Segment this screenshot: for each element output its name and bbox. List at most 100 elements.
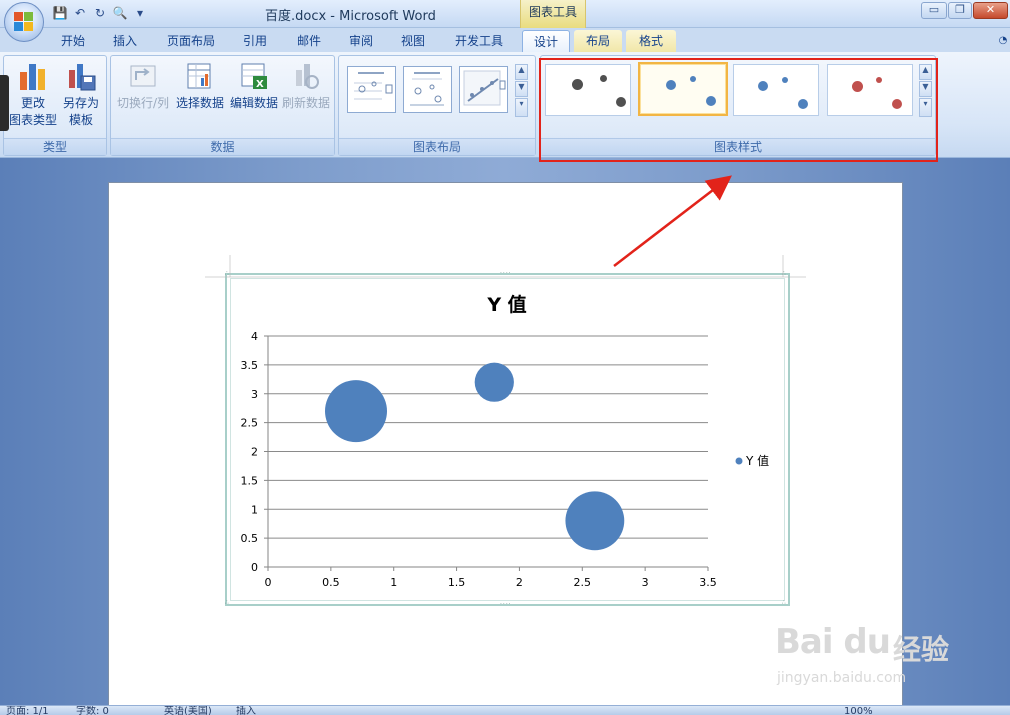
edit-data-button[interactable]: X 编辑数据 xyxy=(227,60,281,112)
help-icon[interactable]: ◔ xyxy=(996,30,1010,52)
group-data-label: 数据 xyxy=(111,138,334,155)
layout-scroll-up[interactable]: ▲ xyxy=(515,64,528,80)
chart-tools-context-title: 图表工具 xyxy=(520,0,586,28)
y-tick-label: 0.5 xyxy=(241,532,259,545)
status-language[interactable]: 英语(美国) xyxy=(164,706,212,715)
status-zoom[interactable]: 100% xyxy=(844,706,873,715)
tab-references[interactable]: 引用 xyxy=(234,30,276,52)
tab-developer[interactable]: 开发工具 xyxy=(446,30,512,52)
x-tick-label: 0.5 xyxy=(322,576,340,589)
watermark-logo: Bai du xyxy=(775,622,891,662)
change-chart-type-icon xyxy=(17,60,49,92)
bubble[interactable] xyxy=(474,362,514,402)
refresh-data-icon xyxy=(290,60,322,92)
legend-marker xyxy=(735,457,743,465)
bubble-chart[interactable]: Y 值 0 0.5 1 1.5 2 2.5 3 3.5 4 0 0.5 1 1.5 2 2.5 3 3.5 Y 值 xyxy=(227,275,788,604)
change-chart-type-label: 更改 xyxy=(20,96,45,110)
resize-handle-top[interactable]: ···· xyxy=(500,271,511,277)
highlight-annotation-box xyxy=(539,58,938,162)
resize-handle-bottom[interactable]: ···· xyxy=(500,602,511,608)
y-tick-label: 2.5 xyxy=(241,417,259,430)
change-chart-type-button[interactable]: 更改 图表类型 xyxy=(8,60,58,129)
tab-design[interactable]: 设计 xyxy=(522,30,570,52)
chart-layout-1[interactable] xyxy=(347,66,396,113)
y-tick-label: 2 xyxy=(251,446,258,459)
tab-home[interactable]: 开始 xyxy=(52,30,94,52)
side-panel-handle[interactable] xyxy=(0,75,9,131)
group-data: 切换行/列 选择数据 X 编辑数据 刷新数据 数据 xyxy=(110,55,335,156)
layout-more[interactable]: ▾ xyxy=(515,98,528,117)
y-tick-label: 1 xyxy=(251,503,258,516)
watermark-url: jingyan.baidu.com xyxy=(777,670,907,686)
switch-row-column-icon xyxy=(127,60,159,92)
y-tick-label: 3 xyxy=(251,388,258,401)
switch-row-column-button[interactable]: 切换行/列 xyxy=(115,60,171,112)
x-tick-label: 2 xyxy=(516,576,523,589)
tab-format[interactable]: 格式 xyxy=(626,30,676,52)
resize-handle-bottom-right[interactable]: ∴ xyxy=(782,600,788,606)
save-as-template-label: 另存为 xyxy=(62,96,99,110)
print-preview-icon[interactable]: 🔍 xyxy=(112,5,128,21)
x-tick-label: 3 xyxy=(642,576,649,589)
y-tick-label: 3.5 xyxy=(241,359,259,372)
group-chart-layouts-label: 图表布局 xyxy=(339,138,535,155)
y-tick-label: 0 xyxy=(251,561,258,574)
edit-data-label: 编辑数据 xyxy=(229,96,278,110)
bubble[interactable] xyxy=(325,380,387,443)
tab-view[interactable]: 视图 xyxy=(392,30,434,52)
title-bar: 💾 ↶ ↻ 🔍 ▾ 百度.docx - Microsoft Word 图表工具 … xyxy=(0,0,1010,28)
resize-handle-top-right[interactable]: ∴ xyxy=(782,271,788,277)
change-chart-type-label-2: 图表类型 xyxy=(8,113,57,127)
bubble[interactable] xyxy=(565,491,625,551)
chart-layout-3[interactable] xyxy=(459,66,508,113)
watermark-cn: 经验 xyxy=(893,633,950,666)
select-data-icon xyxy=(184,60,216,92)
refresh-data-button[interactable]: 刷新数据 xyxy=(279,60,333,112)
status-mode[interactable]: 插入 xyxy=(236,706,256,715)
chart-frame[interactable]: Y 值 0 0.5 1 1.5 2 2.5 3 3.5 4 0 0.5 1 1.5 2 2.5 3 3.5 Y 值 xyxy=(225,273,790,606)
chart-layout-2[interactable] xyxy=(403,66,452,113)
tab-page-layout[interactable]: 页面布局 xyxy=(160,30,222,52)
y-tick-label: 4 xyxy=(251,330,258,343)
svg-text:X: X xyxy=(256,79,264,90)
save-as-template-button[interactable]: 另存为 模板 xyxy=(58,60,104,129)
select-data-button[interactable]: 选择数据 xyxy=(173,60,227,112)
quick-access-toolbar: 💾 ↶ ↻ 🔍 ▾ xyxy=(52,4,148,22)
x-tick-label: 3.5 xyxy=(699,576,717,589)
save-as-template-label-2: 模板 xyxy=(68,113,93,127)
redo-icon[interactable]: ↻ xyxy=(92,5,108,21)
switch-row-column-label: 切换行/列 xyxy=(116,96,170,110)
chart-title[interactable]: Y 值 xyxy=(486,293,526,316)
customize-qat-icon[interactable]: ▾ xyxy=(132,5,148,21)
group-chart-layouts: ▲ ▼ ▾ 图表布局 xyxy=(338,55,536,156)
tab-insert[interactable]: 插入 xyxy=(104,30,146,52)
legend-label[interactable]: Y 值 xyxy=(745,453,769,468)
layout-scroll-down[interactable]: ▼ xyxy=(515,81,528,97)
x-tick-label: 1 xyxy=(390,576,397,589)
select-data-label: 选择数据 xyxy=(175,96,224,110)
group-type-label: 类型 xyxy=(4,138,106,155)
group-type: 更改 图表类型 另存为 模板 类型 xyxy=(3,55,107,156)
office-button[interactable] xyxy=(4,2,44,42)
tab-layout[interactable]: 布局 xyxy=(574,30,622,52)
resize-handle-top-left[interactable]: ∴ xyxy=(225,271,231,277)
save-icon[interactable]: 💾 xyxy=(52,5,68,21)
save-as-template-icon xyxy=(65,60,97,92)
restore-button[interactable]: ❐ xyxy=(948,2,972,19)
tab-review[interactable]: 审阅 xyxy=(340,30,382,52)
status-words[interactable]: 字数: 0 xyxy=(76,706,109,715)
edit-data-icon: X xyxy=(238,60,270,92)
minimize-button[interactable]: ▭ xyxy=(921,2,947,19)
resize-handle-bottom-left[interactable]: ∴ xyxy=(225,600,231,606)
tab-mailings[interactable]: 邮件 xyxy=(288,30,330,52)
x-tick-label: 0 xyxy=(265,576,272,589)
status-page[interactable]: 页面: 1/1 xyxy=(6,706,49,715)
status-bar: 页面: 1/1 字数: 0 英语(美国) 插入 100% xyxy=(0,705,1010,715)
undo-icon[interactable]: ↶ xyxy=(72,5,88,21)
document-title: 百度.docx - Microsoft Word xyxy=(265,9,436,24)
baidu-jingyan-watermark: Bai du 经验 jingyan.baidu.com xyxy=(775,622,975,692)
close-button[interactable]: ✕ xyxy=(973,2,1008,19)
ribbon-tabs: 开始 插入 页面布局 引用 邮件 审阅 视图 开发工具 设计 布局 格式 ◔ xyxy=(0,28,1010,52)
refresh-data-label: 刷新数据 xyxy=(281,96,330,110)
x-tick-label: 2.5 xyxy=(574,576,592,589)
